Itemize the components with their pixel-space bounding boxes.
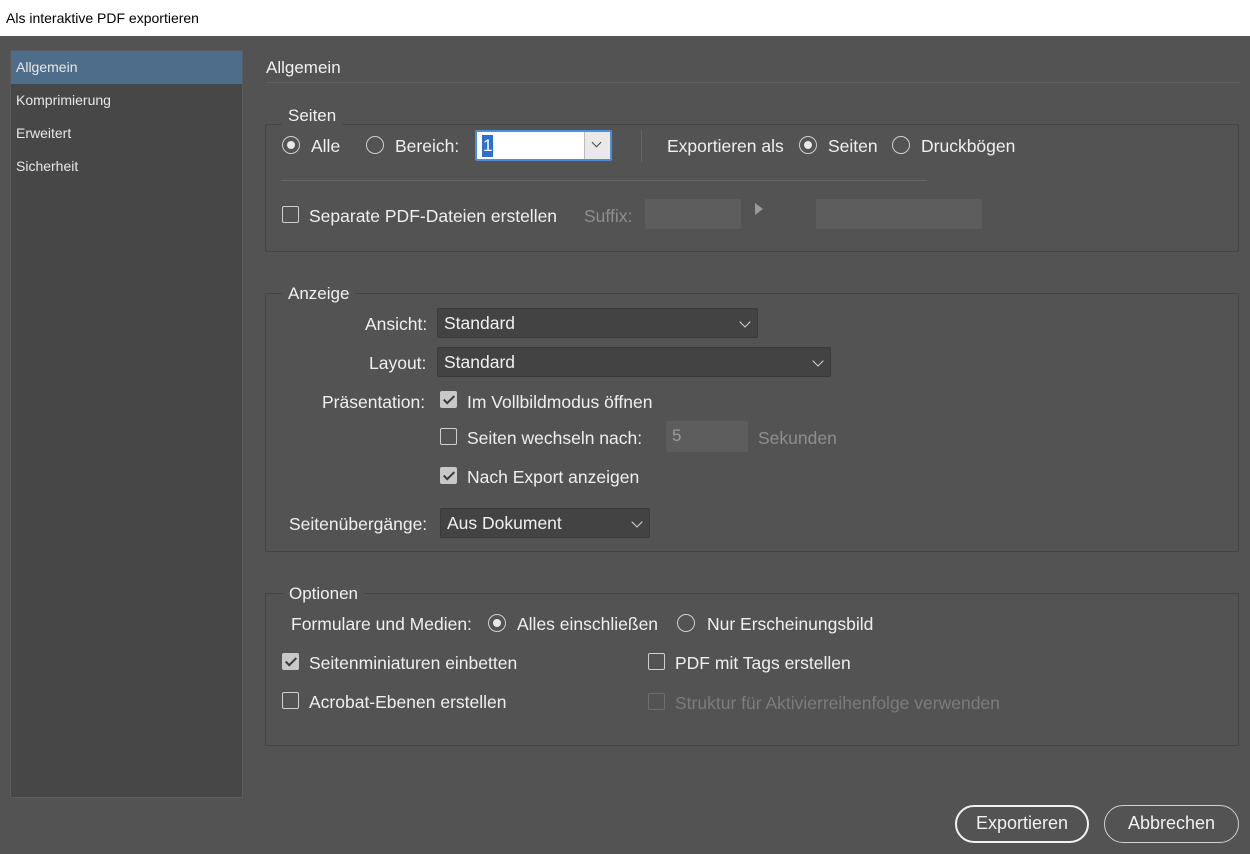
alle-label: Alle (311, 136, 341, 156)
ebenen-checkbox[interactable] (282, 692, 299, 709)
ebenen-label: Acrobat-Ebenen erstellen (309, 692, 507, 712)
sidebar-item-erweitert[interactable]: Erweitert (11, 117, 242, 150)
exportieren-als-label: Exportieren als (667, 136, 784, 156)
separate-pdf-label: Separate PDF-Dateien erstellen (309, 206, 558, 226)
struktur-checkbox[interactable] (648, 693, 665, 710)
praesentation-label: Präsentation: (322, 392, 426, 412)
optionen-legend: Optionen (283, 584, 364, 604)
vollbild-checkbox[interactable] (440, 391, 457, 408)
alle-radio[interactable] (282, 136, 300, 154)
sidebar: Allgemein Komprimierung Erweitert Sicher… (10, 50, 243, 798)
seiten-row-divider (281, 180, 927, 181)
chevron-down-icon (591, 137, 602, 148)
miniaturen-label: Seitenminiaturen einbetten (309, 653, 518, 673)
bereich-radio[interactable] (366, 136, 384, 154)
seitenuebergaenge-dropdown[interactable]: Aus Dokument (440, 508, 650, 538)
seitenuebergaenge-value: Aus Dokument (447, 513, 562, 533)
export-seiten-label: Seiten (828, 136, 878, 156)
layout-dropdown[interactable]: Standard (437, 347, 831, 377)
formulare-label: Formulare und Medien: (291, 614, 472, 634)
section-title: Allgemein (266, 58, 341, 77)
export-druckboegen-radio[interactable] (892, 136, 910, 154)
vollbild-label: Im Vollbildmodus öffnen (467, 392, 653, 412)
layout-label: Layout: (369, 353, 427, 373)
nach-export-checkbox[interactable] (440, 467, 457, 484)
cancel-button[interactable]: Abbrechen (1104, 805, 1239, 843)
suffix-input[interactable] (645, 199, 741, 229)
window-title: Als interaktive PDF exportieren (0, 0, 1250, 36)
play-icon (755, 203, 763, 215)
miniaturen-checkbox[interactable] (282, 653, 299, 670)
export-button[interactable]: Exportieren (955, 805, 1089, 843)
alles-einschliessen-radio[interactable] (488, 614, 506, 632)
export-druckboegen-label: Druckbögen (921, 136, 1016, 156)
seiten-wechseln-checkbox[interactable] (440, 428, 457, 445)
nur-erscheinungsbild-label: Nur Erscheinungsbild (707, 614, 874, 634)
nur-erscheinungsbild-radio[interactable] (677, 614, 695, 632)
bereich-input[interactable]: 1 (482, 135, 494, 157)
alles-einschliessen-label: Alles einschließen (517, 614, 659, 634)
ansicht-value: Standard (444, 313, 516, 333)
sidebar-item-sicherheit[interactable]: Sicherheit (11, 150, 242, 183)
seiten-wechseln-input[interactable]: 5 (666, 421, 748, 452)
chevron-down-icon (812, 355, 824, 367)
layout-value: Standard (444, 352, 516, 372)
sekunden-label: Sekunden (758, 428, 837, 448)
chevron-down-icon (631, 516, 643, 528)
bereich-dropdown-button[interactable] (584, 132, 610, 159)
tags-checkbox[interactable] (648, 653, 665, 670)
separate-pdf-checkbox[interactable] (282, 206, 299, 223)
nach-export-label: Nach Export anzeigen (467, 467, 640, 487)
struktur-label: Struktur für Aktivierreihenfolge verwend… (675, 693, 1000, 713)
title-divider (266, 82, 1240, 83)
seiten-divider (641, 130, 642, 162)
suffix-label: Suffix: (584, 206, 633, 226)
seitenuebergaenge-label: Seitenübergänge: (289, 514, 428, 534)
bereich-label: Bereich: (395, 136, 460, 156)
tags-label: PDF mit Tags erstellen (675, 653, 851, 673)
anzeige-legend: Anzeige (282, 284, 356, 304)
seiten-wechseln-label: Seiten wechseln nach: (467, 428, 643, 448)
export-seiten-radio[interactable] (799, 136, 817, 154)
dialog-body: Allgemein Komprimierung Erweitert Sicher… (0, 36, 1250, 854)
chevron-down-icon (739, 316, 751, 328)
sidebar-item-komprimierung[interactable]: Komprimierung (11, 84, 242, 117)
ansicht-dropdown[interactable]: Standard (437, 308, 758, 338)
ansicht-label: Ansicht: (365, 314, 428, 334)
sidebar-item-allgemein[interactable]: Allgemein (11, 51, 242, 84)
bereich-combo[interactable]: 1 (475, 130, 612, 161)
suffix-preview-field (816, 199, 982, 229)
seiten-legend: Seiten (282, 106, 343, 126)
